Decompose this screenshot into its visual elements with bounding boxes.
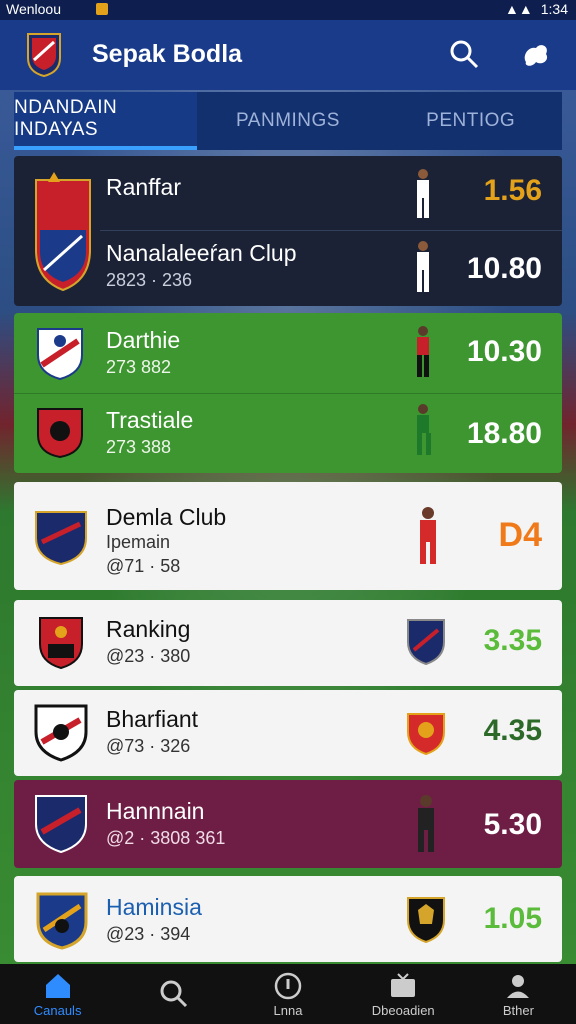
team-name: Ranffar (106, 174, 182, 200)
team-record: @73 · 326 (106, 736, 191, 756)
club-crest-icon (37, 328, 83, 381)
nav-item-label: Lnna (273, 1002, 303, 1018)
tab-rankings[interactable]: PANMINGS (197, 92, 380, 150)
opponent-crest-icon (407, 619, 445, 666)
club-crest-icon (35, 511, 87, 566)
search-icon[interactable] (448, 38, 480, 70)
status-right: ▲▲ 1:34 (505, 1, 568, 17)
nav-item-search[interactable] (115, 964, 230, 1024)
odds-value[interactable]: D4 (499, 516, 542, 555)
list-item[interactable]: Darthie 273 882 10.30 Trastiale 273 388 … (14, 313, 562, 473)
status-bar: Wenloou ▲▲ 1:34 (0, 0, 576, 20)
club-crest-icon (34, 704, 88, 762)
app-title: Sepak Bodla (92, 40, 243, 68)
team-record: 273 388 (106, 437, 172, 457)
team-name: Hannnain (106, 798, 205, 824)
nav-item-label: Dbeoadien (371, 1002, 435, 1018)
team-name: Trastiale (106, 407, 194, 433)
odds-value[interactable]: 10.80 (467, 252, 542, 286)
list-item[interactable]: Hannnain @2 · 3808 361 5.30 (14, 780, 562, 868)
team-name: Nanalaleeŕan Clup (106, 240, 297, 266)
list-item[interactable]: Ranffar 1.56 Nanalaleeŕan Clup 2823 · 23… (14, 156, 562, 306)
odds-value[interactable]: 4.35 (484, 714, 542, 748)
app-logo-icon (27, 33, 61, 78)
tv-icon (391, 972, 416, 997)
team-name: Bharfiant (106, 706, 199, 732)
status-left-text: Wenloou (6, 1, 62, 17)
club-crest-icon (35, 172, 91, 292)
tab-pentiog[interactable]: PENTIOG (379, 92, 562, 150)
nav-item-info[interactable]: Lnna (230, 964, 345, 1024)
search-icon (160, 980, 187, 1008)
list-item[interactable]: Haminsia @23 · 394 1.05 (14, 876, 562, 962)
club-crest-icon (36, 892, 88, 950)
user-icon (507, 974, 530, 998)
player-icon (417, 326, 429, 377)
nav-item-tv[interactable]: Dbeoadien (346, 964, 461, 1024)
club-crest-icon (35, 795, 87, 854)
player-icon (418, 795, 434, 852)
player-icon (420, 507, 436, 564)
status-time: 1:34 (540, 1, 568, 17)
row-divider (14, 393, 562, 394)
notification-icon (96, 3, 108, 15)
player-icon (417, 169, 429, 218)
nav-item-profile[interactable]: Bther (461, 964, 576, 1024)
opponent-crest-icon (407, 897, 445, 944)
team-record: 273 882 (106, 357, 172, 377)
opponent-crest-icon (407, 713, 445, 756)
player-icon (417, 404, 431, 455)
odds-value[interactable]: 18.80 (467, 417, 542, 451)
club-crest-icon (37, 408, 83, 459)
team-record: @23 · 380 (106, 646, 191, 666)
nav-item-home[interactable]: Canauls (0, 964, 115, 1024)
info-icon (274, 972, 302, 999)
team-name: Ranking (106, 616, 191, 642)
club-crest-icon (39, 617, 83, 670)
team-status: Ipemain (106, 532, 171, 552)
team-record: @71 · 58 (106, 556, 181, 576)
tab-standings[interactable]: NDANDAIN INDAYAS (14, 92, 197, 150)
team-record: 2823 · 236 (106, 270, 193, 290)
team-name: Haminsia (106, 894, 202, 920)
team-record: @2 · 3808 361 (106, 828, 226, 848)
player-icon (417, 241, 429, 292)
row-divider (100, 230, 562, 231)
settings-icon[interactable] (520, 38, 552, 70)
list-item[interactable]: Ranking @23 · 380 3.35 (14, 600, 562, 686)
bottom-nav: Canauls Lnna Dbeoadien Bther (0, 964, 576, 1024)
nav-item-label: Canauls (33, 1002, 82, 1018)
odds-value[interactable]: 5.30 (484, 808, 542, 842)
nav-item-label: Bther (502, 1002, 534, 1018)
app-bar: Sepak Bodla (0, 20, 576, 90)
odds-value[interactable]: 3.35 (484, 624, 542, 658)
list-item[interactable]: Demla Club Ipemain @71 · 58 D4 (14, 482, 562, 590)
signal-icon: ▲▲ (505, 1, 533, 17)
odds-value[interactable]: 1.56 (484, 174, 542, 208)
odds-value[interactable]: 1.05 (484, 902, 542, 936)
home-icon (45, 973, 70, 998)
odds-value[interactable]: 10.30 (467, 335, 542, 369)
team-record: @23 · 394 (106, 924, 191, 944)
team-name: Darthie (106, 327, 181, 353)
team-name: Demla Club (106, 504, 227, 530)
tab-bar: NDANDAIN INDAYAS PANMINGS PENTIOG (14, 92, 562, 150)
list-item[interactable]: Bharfiant @73 · 326 4.35 (14, 690, 562, 776)
